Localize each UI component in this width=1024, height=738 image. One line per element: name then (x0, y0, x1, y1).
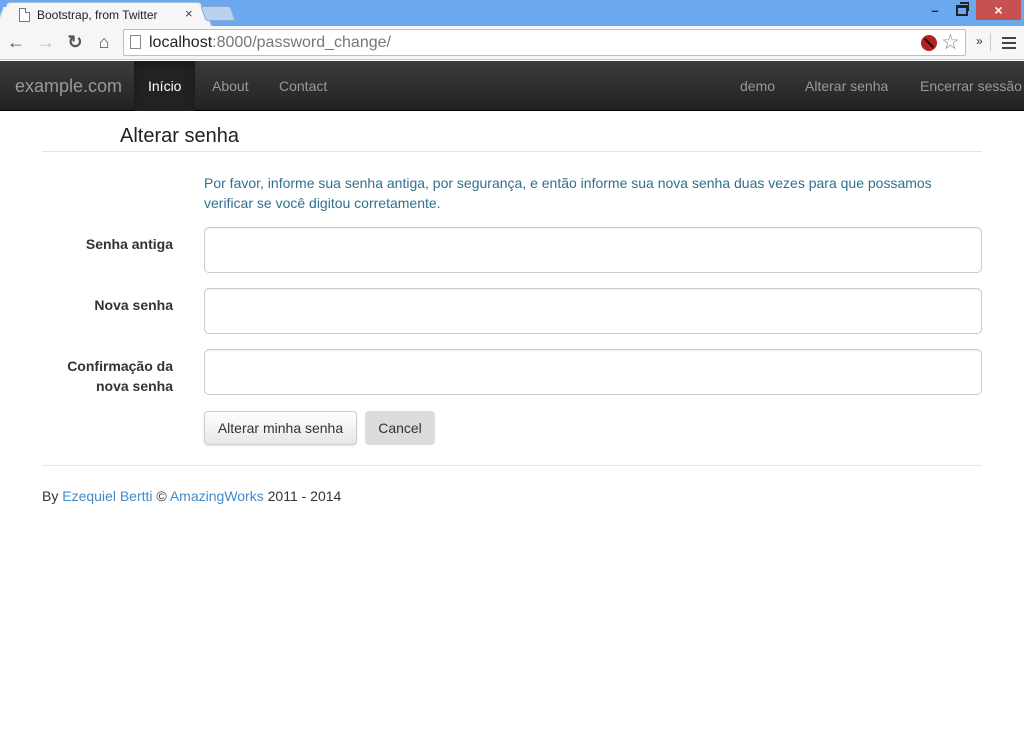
title-divider (42, 151, 982, 152)
brand-link[interactable]: example.com (15, 76, 122, 97)
new-password-field[interactable] (204, 288, 982, 334)
back-icon[interactable]: ← (6, 32, 26, 52)
footer-years: 2011 - 2014 (263, 488, 342, 504)
cancel-button[interactable]: Cancel (365, 411, 435, 445)
url-text[interactable]: localhost:8000/password_change/ (149, 34, 391, 52)
nav-item-about[interactable]: About (198, 61, 263, 111)
forward-icon[interactable]: → (36, 32, 56, 52)
home-icon[interactable]: ⌂ (94, 32, 114, 52)
menu-icon[interactable] (1002, 37, 1016, 49)
nav-item-logout[interactable]: Encerrar sessão (906, 61, 1024, 111)
nav-item-contact[interactable]: Contact (265, 61, 341, 111)
browser-titlebar: Bootstrap, from Twitter × – × (0, 0, 1024, 28)
browser-tab[interactable]: Bootstrap, from Twitter × (6, 2, 202, 28)
help-text: Por favor, informe sua senha antiga, por… (204, 175, 932, 211)
tab-close-icon[interactable]: × (185, 6, 193, 21)
page-title: Alterar senha (120, 125, 239, 147)
nav-item-inicio[interactable]: Início (134, 61, 196, 111)
browser-toolbar: ← → ↻ ⌂ localhost:8000/password_change/ … (0, 26, 1024, 60)
footer-copyright: © (152, 488, 170, 504)
new-password-label: Nova senha (94, 297, 173, 313)
reload-icon[interactable]: ↻ (65, 32, 85, 52)
old-password-field[interactable] (204, 227, 982, 273)
minimize-icon[interactable]: – (928, 3, 942, 19)
author-link[interactable]: Ezequiel Bertti (62, 488, 152, 504)
extensions-chevron-icon[interactable]: » (976, 34, 983, 48)
change-password-button[interactable]: Alterar minha senha (204, 411, 357, 445)
navbar: example.com Início About Contact demo Al… (0, 61, 1024, 111)
window-close-icon[interactable]: × (976, 0, 1021, 20)
confirm-password-field[interactable] (204, 349, 982, 395)
footer: By Ezequiel Bertti © AmazingWorks 2011 -… (42, 488, 341, 504)
url-host: localhost (149, 34, 213, 51)
address-bar[interactable]: localhost:8000/password_change/ ☆ (123, 29, 966, 56)
nav-item-change-password[interactable]: Alterar senha (791, 61, 902, 111)
company-link[interactable]: AmazingWorks (170, 488, 264, 504)
footer-divider (42, 465, 982, 466)
restore-icon[interactable] (956, 2, 969, 16)
blocked-plugin-icon[interactable] (921, 35, 937, 51)
tab-title: Bootstrap, from Twitter (37, 8, 158, 22)
bookmark-star-icon[interactable]: ☆ (941, 30, 960, 55)
url-path: :8000/password_change/ (212, 34, 391, 51)
confirm-password-label: Confirmação da nova senha (67, 358, 173, 394)
new-tab-button[interactable] (200, 6, 236, 21)
footer-prefix: By (42, 488, 63, 504)
toolbar-divider (990, 33, 991, 51)
page-icon (19, 8, 30, 22)
old-password-label: Senha antiga (85, 236, 173, 252)
page-icon (130, 35, 141, 49)
nav-item-user[interactable]: demo (726, 61, 789, 111)
